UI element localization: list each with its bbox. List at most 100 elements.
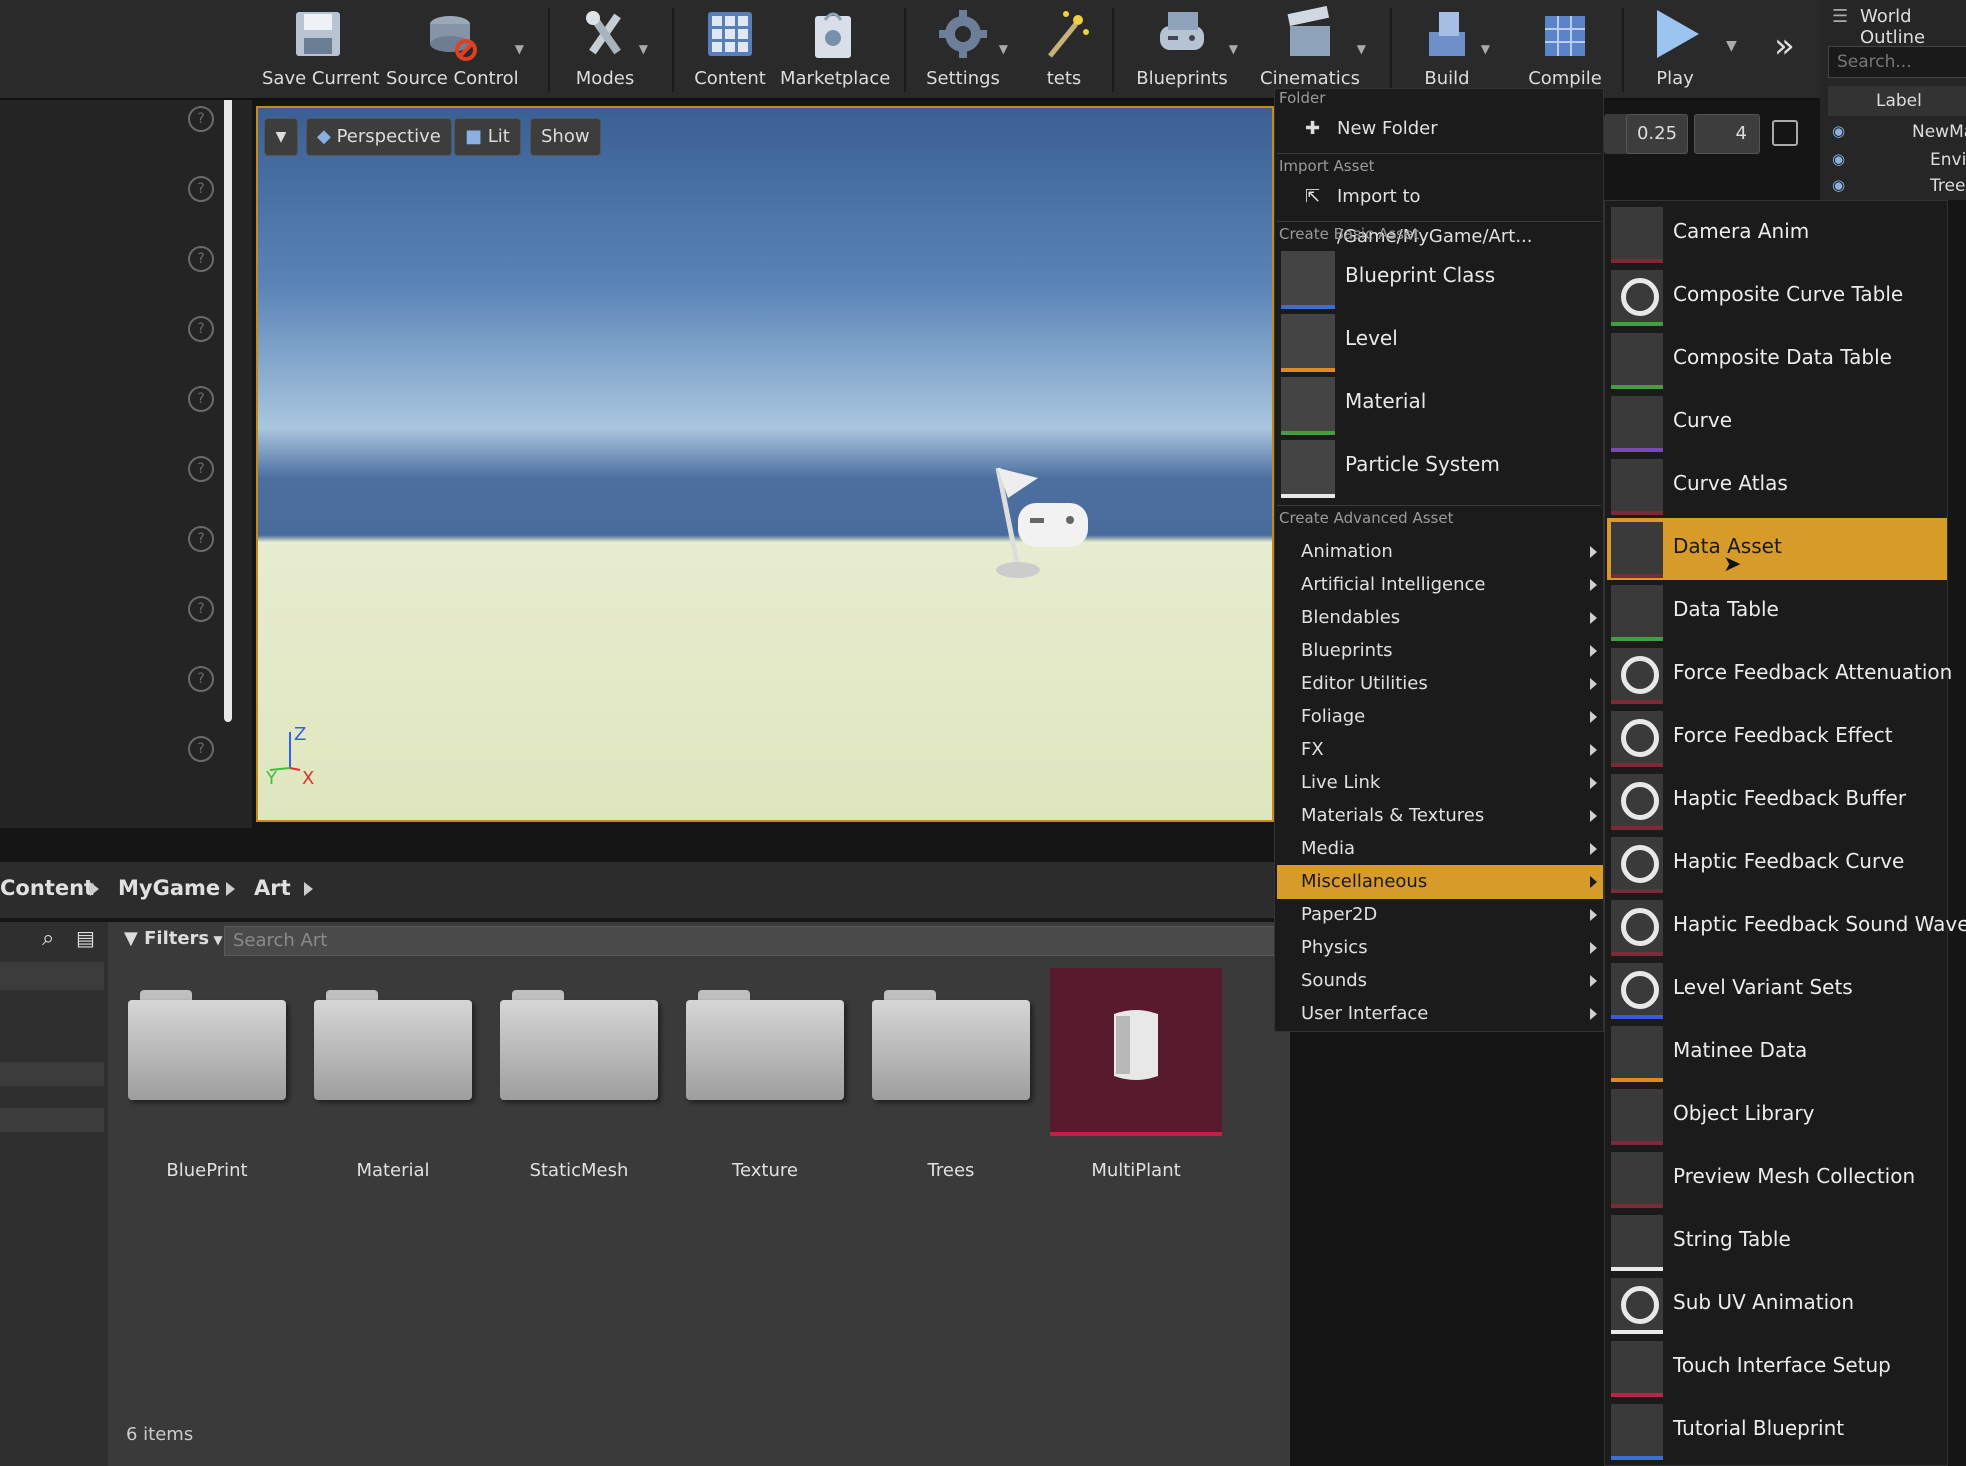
scale-snap-value[interactable]: 0.25 — [1626, 114, 1688, 154]
category-materials-textures[interactable]: Materials & Textures — [1277, 799, 1603, 833]
perspective-button[interactable]: ◆ Perspective — [306, 118, 452, 156]
modes-button[interactable]: Modes ▼ — [568, 0, 648, 100]
settings-button[interactable]: Settings ▼ — [924, 0, 1008, 100]
lit-button[interactable]: ■ Lit — [454, 118, 521, 156]
outliner-row[interactable]: Envir — [1930, 150, 1966, 170]
search-art-input[interactable]: Search Art — [224, 926, 1290, 956]
asset-multiplant[interactable] — [1050, 968, 1222, 1136]
category-live-link[interactable]: Live Link — [1277, 766, 1603, 800]
level-item[interactable]: Level — [1277, 310, 1603, 372]
breadcrumb-art[interactable]: Art — [254, 876, 291, 900]
sub-uv-animation-item[interactable]: Sub UV Animation — [1607, 1274, 1947, 1336]
tets-button[interactable]: tets — [1034, 0, 1094, 100]
category-physics[interactable]: Physics — [1277, 931, 1603, 965]
viewport-options-button[interactable]: ▼ — [264, 118, 298, 156]
folder-trees[interactable] — [872, 990, 1030, 1102]
eye-icon[interactable]: ◉ — [1832, 176, 1845, 194]
source-control-button[interactable]: Source Control ▼ — [386, 0, 524, 100]
toolbar-overflow-icon[interactable]: » — [1774, 26, 1795, 66]
composite-data-table-item[interactable]: Composite Data Table — [1607, 329, 1947, 391]
breadcrumb-mygame[interactable]: MyGame — [118, 876, 220, 900]
composite-curve-table-item[interactable]: Composite Curve Table — [1607, 266, 1947, 328]
help-icon[interactable]: ? — [188, 176, 214, 202]
sources-row[interactable] — [0, 962, 104, 990]
sources-row[interactable] — [0, 1062, 104, 1086]
help-icon[interactable]: ? — [188, 246, 214, 272]
folder-material[interactable] — [314, 990, 472, 1102]
details-scrollbar[interactable] — [224, 86, 232, 722]
category-blueprints[interactable]: Blueprints — [1277, 634, 1603, 668]
view-options-icon[interactable]: ▤ — [76, 926, 95, 950]
compile-button[interactable]: Compile — [1524, 0, 1606, 100]
breadcrumb-arrow-icon[interactable] — [90, 882, 99, 896]
chevron-down-icon[interactable]: ▼ — [1357, 42, 1366, 56]
outliner-row[interactable]: Tree — [1930, 176, 1965, 196]
filters-button[interactable]: ▼ Filters ▼ — [124, 928, 223, 949]
help-icon[interactable]: ? — [188, 736, 214, 762]
eye-icon[interactable]: ◉ — [1832, 150, 1845, 168]
breadcrumb-arrow-icon[interactable] — [226, 882, 235, 896]
cinematics-button[interactable]: Cinematics ▼ — [1260, 0, 1366, 100]
category-fx[interactable]: FX — [1277, 733, 1603, 767]
content-button[interactable]: Content — [692, 0, 768, 100]
player-start-icon[interactable] — [978, 458, 1098, 588]
matinee-data-item[interactable]: Matinee Data — [1607, 1022, 1947, 1084]
maximize-viewport-icon[interactable] — [1772, 120, 1798, 146]
build-button[interactable]: Build ▼ — [1410, 0, 1490, 100]
play-options-chevron-icon[interactable]: ▼ — [1726, 38, 1737, 54]
folder-blueprint[interactable] — [128, 990, 286, 1102]
help-icon[interactable]: ? — [188, 526, 214, 552]
category-user-interface[interactable]: User Interface — [1277, 997, 1603, 1031]
sources-row[interactable] — [0, 1108, 104, 1132]
show-button[interactable]: Show — [530, 118, 601, 156]
new-folder-item[interactable]: ✚ New Folder — [1277, 109, 1603, 149]
blueprints-button[interactable]: Blueprints ▼ — [1132, 0, 1238, 100]
import-item[interactable]: ⇱ Import to /Game/MyGame/Art... — [1277, 177, 1603, 247]
chevron-down-icon[interactable]: ▼ — [639, 42, 648, 56]
category-ai[interactable]: Artificial Intelligence — [1277, 568, 1603, 602]
string-table-item[interactable]: String Table — [1607, 1211, 1947, 1273]
chevron-down-icon[interactable]: ▼ — [999, 42, 1008, 56]
folder-staticmesh[interactable] — [500, 990, 658, 1102]
category-animation[interactable]: Animation — [1277, 535, 1603, 569]
camera-speed-button[interactable]: 4 — [1694, 114, 1760, 154]
help-icon[interactable]: ? — [188, 316, 214, 342]
category-miscellaneous[interactable]: Miscellaneous — [1277, 865, 1603, 899]
breadcrumb-content[interactable]: Content — [0, 876, 94, 900]
eye-icon[interactable]: ◉ — [1832, 122, 1845, 140]
chevron-down-icon[interactable]: ▼ — [1481, 42, 1490, 56]
material-item[interactable]: Material — [1277, 373, 1603, 435]
curve-item[interactable]: Curve — [1607, 392, 1947, 454]
blueprint-class-item[interactable]: Blueprint Class — [1277, 247, 1603, 309]
category-sounds[interactable]: Sounds — [1277, 964, 1603, 998]
help-icon[interactable]: ? — [188, 456, 214, 482]
category-foliage[interactable]: Foliage — [1277, 700, 1603, 734]
category-blendables[interactable]: Blendables — [1277, 601, 1603, 635]
tutorial-blueprint-item[interactable]: Tutorial Blueprint — [1607, 1400, 1947, 1462]
chevron-down-icon[interactable]: ▼ — [1229, 42, 1238, 56]
marketplace-button[interactable]: Marketplace — [780, 0, 890, 100]
haptic-feedback-curve-item[interactable]: Haptic Feedback Curve — [1607, 833, 1947, 895]
outliner-search-input[interactable]: Search... — [1828, 46, 1966, 78]
haptic-feedback-buffer-item[interactable]: Haptic Feedback Buffer — [1607, 770, 1947, 832]
search-icon[interactable]: ⌕ — [42, 926, 54, 951]
camera-anim-item[interactable]: Camera Anim — [1607, 203, 1947, 265]
category-paper2d[interactable]: Paper2D — [1277, 898, 1603, 932]
help-icon[interactable]: ? — [188, 596, 214, 622]
data-asset-item[interactable]: Data Asset ➤ — [1607, 518, 1947, 580]
save-current-button[interactable]: Save Current — [262, 0, 380, 100]
breadcrumb-arrow-icon[interactable] — [304, 882, 313, 896]
play-button[interactable]: Play — [1640, 0, 1710, 100]
force-feedback-attenuation-item[interactable]: Force Feedback Attenuation — [1607, 644, 1952, 706]
preview-mesh-collection-item[interactable]: Preview Mesh Collection — [1607, 1148, 1947, 1210]
level-viewport[interactable]: ▼ ◆ Perspective ■ Lit Show Z X Y — [256, 106, 1274, 822]
category-editor-utilities[interactable]: Editor Utilities — [1277, 667, 1603, 701]
category-media[interactable]: Media — [1277, 832, 1603, 866]
touch-interface-setup-item[interactable]: Touch Interface Setup — [1607, 1337, 1947, 1399]
chevron-down-icon[interactable]: ▼ — [515, 42, 524, 56]
help-icon[interactable]: ? — [188, 106, 214, 132]
outliner-label-header[interactable]: Label — [1828, 86, 1966, 116]
help-icon[interactable]: ? — [188, 666, 214, 692]
folder-texture[interactable] — [686, 990, 844, 1102]
level-variant-sets-item[interactable]: Level Variant Sets — [1607, 959, 1947, 1021]
